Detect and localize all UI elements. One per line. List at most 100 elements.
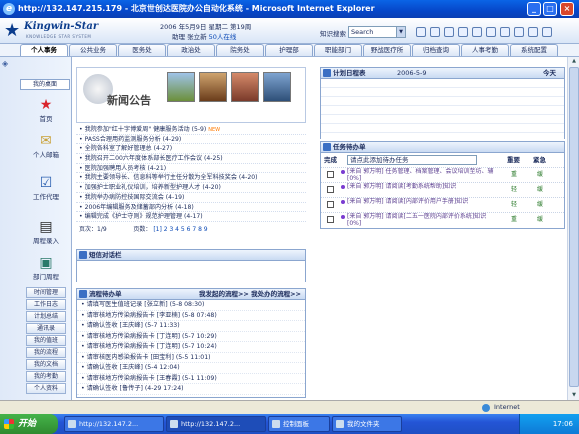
news-item-text: 加强护士职业礼仪培训，培养新型护理人才 (4-20) [84,184,221,192]
flow-item[interactable]: • 请审核医内感染报告卡 [田宝利] (5-5 11:01) [77,353,305,363]
flow-item-text: 请审核地方传染病报告卡 [丁连明] (5-7 10:24) [86,343,217,350]
sidebar-item-weekly[interactable]: ▤ 周程录入 [22,219,70,245]
news-item[interactable]: • 全院各科室了解好管理总 (4-27) [76,144,306,155]
news-item[interactable]: • 我院参加"红十字博爱周" 健康服务活动 (5-9) NEW [76,125,306,135]
help-icon[interactable] [514,27,524,37]
home-icon[interactable] [528,27,538,37]
close-button[interactable]: × [560,2,574,16]
maximize-button[interactable]: □ [543,2,557,16]
task-text[interactable]: [来自 郭万明] 请阅读[内部评价用户手册]知识 [347,198,497,205]
minimize-button[interactable]: _ [527,2,541,16]
news-item[interactable]: • 医院加强聘用人员考核 (4-21) [76,164,306,174]
calendar-icon[interactable] [444,27,454,37]
scroll-thumb[interactable] [569,67,579,387]
sidebar-item-agent[interactable]: ☑ 工作代理 [22,175,70,201]
scrollbar[interactable]: ▲ ▼ [567,57,579,400]
taskbar-button-label: 我的文件夹 [347,420,380,428]
news-photo[interactable] [167,72,195,102]
news-item[interactable]: • 我院主要领导长、信息科等举行主任分散为全军科技奖会 (4-20) [76,173,306,184]
scroll-up-icon[interactable]: ▲ [569,57,579,66]
sidebar-my-desktop[interactable]: 我的桌面 [20,79,70,90]
sidebar-item-dept-weekly[interactable]: ▣ 部门周程 [22,255,70,281]
tab-field-hospital[interactable]: 野战医疗所 [363,44,411,56]
search-input[interactable]: Search ▼ [348,26,406,38]
news-photo[interactable] [231,72,259,102]
news-item[interactable]: • 加强护士职业礼仪培训，培养新型护理人才 (4-20) [76,183,306,193]
taskbar-control-panel[interactable]: 控制面板 [268,416,330,432]
sidebar-item-home[interactable]: ★ 首页 [22,97,70,123]
flow-item[interactable]: • 请审核地方传染病报告卡 [李亚楠] (5-8 07:48) [77,311,305,321]
sidebar-menu-time[interactable]: 时间管理 [26,287,66,298]
task-checkbox[interactable] [327,201,334,208]
tab-archive[interactable]: 归档查询 [412,44,460,56]
user-icon[interactable] [430,27,440,37]
news-pager: 页次：1/9 页数： [1] 2 3 4 5 6 7 8 9 [76,225,306,235]
tab-system[interactable]: 系统配置 [510,44,558,56]
sms-body[interactable] [77,261,305,282]
today-button[interactable]: 今天 [543,68,556,78]
tab-political[interactable]: 政治处 [167,44,215,56]
flow-links[interactable]: 我发起的流程>> 我处办的流程>> [199,289,301,299]
sidebar-menu-attendance[interactable]: 我的考勤 [26,371,66,382]
sidebar-menu-log[interactable]: 工作日志 [26,299,66,310]
logo: ★ Kingwin-Star KNOWLEDGE STAR SYSTEM [4,20,124,42]
flow-item[interactable]: • 请确认签收 [鲁传子] (4-29 17:24) [77,384,305,395]
news-item[interactable]: • 2006年编辑服务及储蓄部内分析 (4-18) [76,203,306,213]
tab-admin[interactable]: 院务处 [216,44,264,56]
task-text[interactable]: [来自 郭万明] 请阅读[二五一医院内部评价系统]知识[0%] [347,213,497,227]
flow-item[interactable]: • 请确认签收 [王庆峰] (5-4 12:04) [77,363,305,374]
news-item[interactable]: • 我院举办病防控技国际交流会 (4-19) [76,193,306,203]
news-item[interactable]: • 我院召开二00六年度体系部长医疗工作会议 (4-25) [76,154,306,164]
flow-item[interactable]: • 请审核地方传染病报告卡 [王春霞] (5-1 11:09) [77,374,305,384]
note-icon[interactable] [458,27,468,37]
task-checkbox[interactable] [327,216,334,223]
start-button[interactable]: 开始 [0,414,58,434]
flow-item[interactable]: • 请审核地方传染病报告卡 [丁连明] (5-7 10:29) [77,332,305,342]
news-photo[interactable] [199,72,227,102]
mail-icon[interactable] [416,27,426,37]
news-item-text: PASS合理用药监测服务分析 (4-29) [84,135,182,143]
task-checkbox[interactable] [327,186,334,193]
add-task-input[interactable]: 请点此添加待办任务 [347,155,477,165]
taskbar-ie-window[interactable]: http://132.147.2... [64,416,164,432]
settings-icon[interactable] [500,27,510,37]
flow-item[interactable]: • 请审核地方传染病报告卡 [丁连明] (5-7 10:24) [77,342,305,353]
task-checkbox[interactable] [327,171,334,178]
sidebar-menu-profile[interactable]: 个人资料 [26,383,66,394]
tab-hr[interactable]: 人事考勤 [461,44,509,56]
task-text[interactable]: [来自 郭万明] 任务管理、档案管理、会议培训至坊、辅[0%] [347,168,497,182]
refresh-icon[interactable] [486,27,496,37]
clock[interactable]: 17:06 [553,420,573,428]
logout-icon[interactable] [542,27,552,37]
tab-personal[interactable]: 个人事务 [20,44,68,56]
flow-item-text: 请审核医内感染报告卡 [田宝利] (5-5 11:01) [86,353,211,361]
pager-links[interactable]: [1] 2 3 4 5 6 7 8 9 [153,226,207,233]
chevron-down-icon[interactable]: ▼ [396,27,405,37]
tab-departments[interactable]: 职能部门 [314,44,362,56]
folder-icon[interactable] [472,27,482,37]
sidebar-item-mail[interactable]: ✉ 个人邮箱 [22,133,70,159]
taskbar-my-folder[interactable]: 我的文件夹 [332,416,402,432]
taskbar-ie-window-active[interactable]: http://132.147.2... [166,416,266,432]
task-text[interactable]: [来自 郭万明] 请阅读[考勤系统帮助]知识 [347,183,497,190]
tab-public[interactable]: 公共业务 [69,44,117,56]
flow-item[interactable]: • 请填写医生值班记录 [张立新] (5-8 08:30) [77,300,305,311]
news-item[interactable]: • 编辑完成《护士守则》规范护理管理 (4-17) [76,212,306,222]
tab-nursing[interactable]: 护理部 [265,44,313,56]
schedule-grid[interactable] [321,79,564,139]
tab-medical[interactable]: 医务处 [118,44,166,56]
task-urgency: 缓 [537,186,544,193]
sidebar-menu-flow[interactable]: 我的流程 [26,347,66,358]
sidebar-menu-plan[interactable]: 计划总结 [26,311,66,322]
sidebar-menu-docs[interactable]: 我的文档 [26,359,66,370]
col-importance: 重要 [507,156,520,164]
flow-item[interactable]: • 请确认签收 [王庆峰] (5-7 11:33) [77,321,305,332]
news-item[interactable]: • PASS合理用药监测服务分析 (4-29) [76,135,306,145]
sidebar-menu-contacts[interactable]: 通讯录 [26,323,66,334]
scroll-down-icon[interactable]: ▼ [569,391,579,400]
sidebar-toggle-icon[interactable]: ◈ [2,59,8,68]
task-importance: 重 [511,171,518,178]
online-count[interactable]: 50人在线 [209,33,237,41]
news-photo[interactable] [263,72,291,102]
sidebar-menu-duty[interactable]: 我的值班 [26,335,66,346]
